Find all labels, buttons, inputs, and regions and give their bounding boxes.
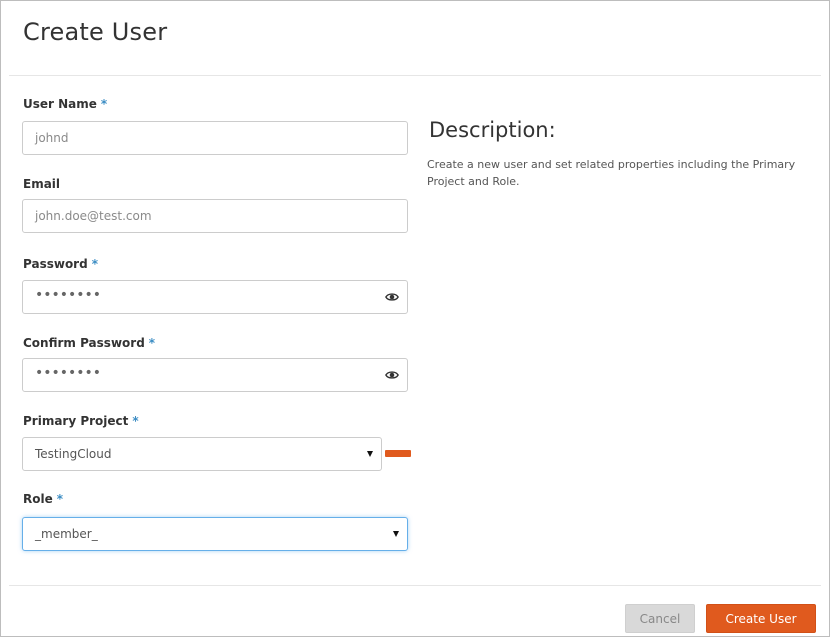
primary-project-select[interactable]: TestingCloud — [22, 437, 382, 471]
caret-down-icon — [393, 531, 399, 537]
required-marker: * — [148, 336, 156, 350]
role-label: Role * — [23, 492, 63, 506]
create-user-button[interactable]: Create User — [706, 604, 816, 633]
dialog-title: Create User — [23, 18, 168, 46]
role-selected: _member_ — [35, 527, 98, 541]
email-field[interactable]: john.doe@test.com — [22, 199, 408, 233]
password-label: Password * — [23, 257, 98, 271]
eye-icon[interactable] — [385, 290, 399, 304]
caret-down-icon — [367, 451, 373, 457]
password-label-text: Password — [23, 257, 88, 271]
primary-project-label-text: Primary Project — [23, 414, 129, 428]
eye-icon[interactable] — [385, 368, 399, 382]
email-value: john.doe@test.com — [35, 209, 152, 223]
role-label-text: Role — [23, 492, 53, 506]
primary-project-selected: TestingCloud — [35, 447, 112, 461]
primary-project-label: Primary Project * — [23, 414, 139, 428]
role-select[interactable]: _member_ — [22, 517, 408, 551]
email-label-text: Email — [23, 177, 61, 191]
email-label: Email — [23, 177, 60, 191]
confirm-password-masked-value: •••••••• — [35, 365, 102, 381]
required-marker: * — [132, 414, 139, 428]
username-field[interactable]: johnd — [22, 121, 408, 155]
username-value: johnd — [35, 131, 69, 145]
password-masked-value: •••••••• — [35, 287, 102, 303]
required-marker: * — [100, 97, 108, 111]
description-text: Create a new user and set related proper… — [427, 158, 796, 188]
required-marker: * — [56, 492, 64, 506]
description-heading: Description: — [429, 118, 556, 142]
username-label: User Name * — [23, 97, 107, 111]
confirm-password-label-text: Confirm Password — [23, 336, 145, 350]
password-field[interactable]: •••••••• — [22, 280, 408, 314]
required-marker: * — [91, 257, 98, 271]
footer-divider — [9, 585, 821, 586]
cancel-button[interactable]: Cancel — [625, 604, 695, 633]
confirm-password-field[interactable]: •••••••• — [22, 358, 408, 392]
highlight-marker — [385, 450, 411, 457]
create-user-dialog: Create User User Name * johnd Email john.… — [0, 0, 830, 637]
username-label-text: User Name — [23, 97, 97, 111]
header-divider — [9, 75, 821, 76]
confirm-password-label: Confirm Password * — [23, 336, 155, 350]
